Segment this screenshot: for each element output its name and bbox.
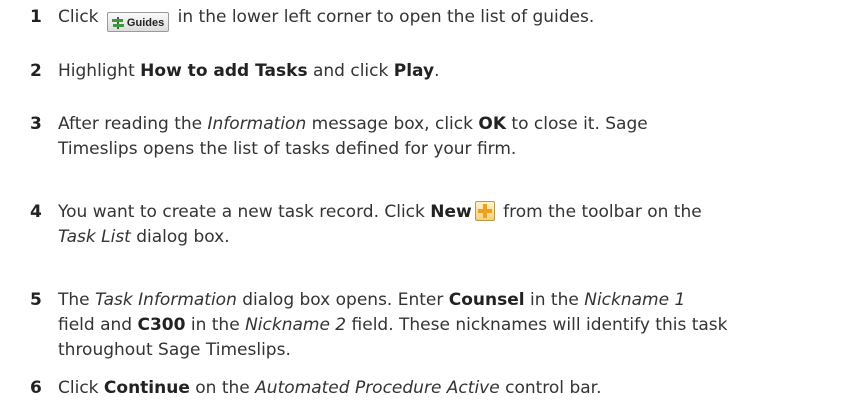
step-number: 5: [30, 290, 42, 310]
step-text: Click Guides in the lower left corner to…: [58, 5, 838, 32]
plus-icon: [477, 204, 492, 218]
step-text: Click Continue on the Automated Procedur…: [58, 378, 602, 398]
signpost-icon: [111, 17, 124, 29]
step-number: 1: [30, 7, 42, 27]
new-button[interactable]: [474, 201, 495, 221]
step-text: You want to create a new task record. Cl…: [58, 201, 702, 247]
step-number: 4: [30, 202, 42, 222]
step-text: After reading the Information message bo…: [58, 114, 648, 159]
step-number: 3: [30, 114, 42, 134]
step-text: Highlight How to add Tasks and click Pla…: [58, 61, 440, 81]
step-number: 2: [30, 61, 42, 81]
instructions-page: 1 Click Guides in the lower left corner …: [0, 0, 851, 414]
guides-button[interactable]: Guides: [106, 12, 170, 32]
step-number: 6: [30, 378, 42, 398]
step-text: The Task Information dialog box opens. E…: [58, 290, 728, 360]
